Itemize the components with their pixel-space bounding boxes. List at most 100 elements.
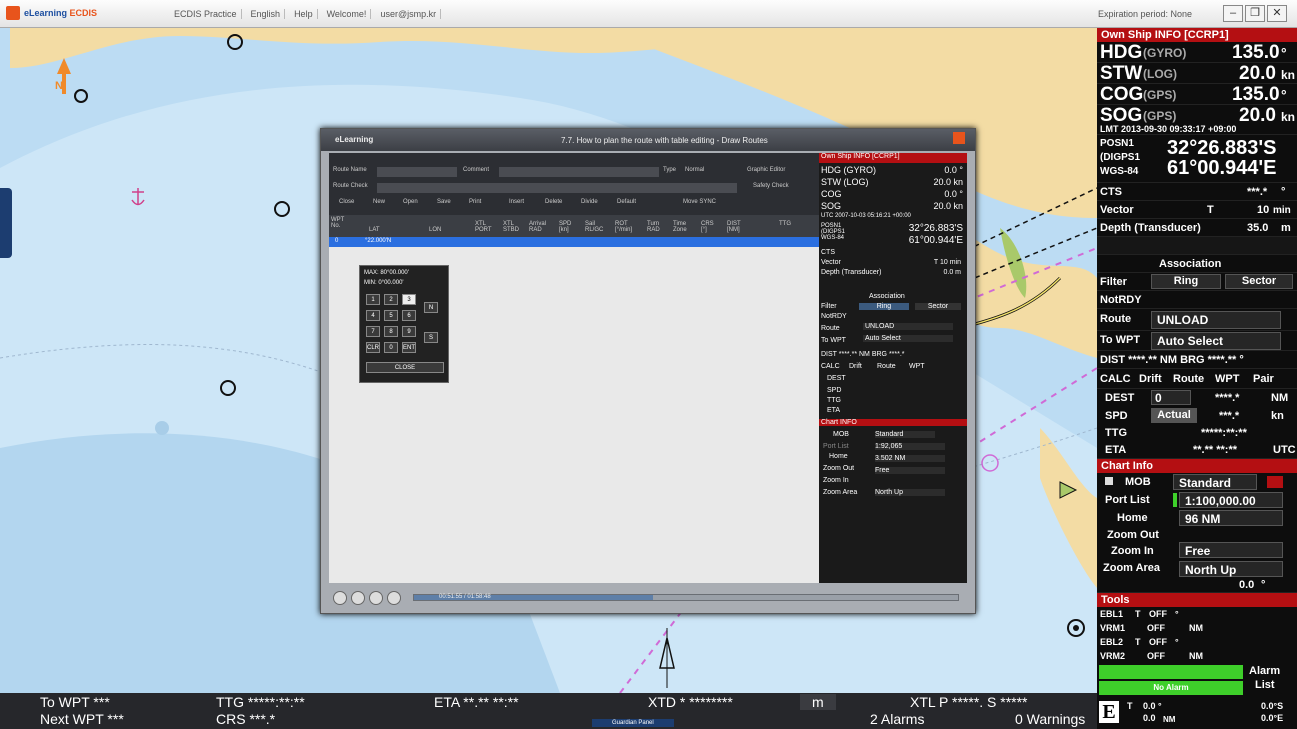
minimize-button[interactable]: – — [1223, 5, 1243, 22]
key-n[interactable]: N — [424, 302, 438, 313]
mini-wpt-button[interactable]: WPT — [909, 363, 925, 370]
video-progress-bar[interactable] — [413, 594, 959, 601]
mini-ring-button[interactable]: Ring — [859, 303, 909, 310]
key-1[interactable]: 1 — [366, 294, 380, 305]
menu-ecdis-practice[interactable]: ECDIS Practice — [170, 9, 242, 19]
graphic-editor-button[interactable]: Graphic Editor — [747, 167, 785, 173]
mini-zoom-area[interactable]: Zoom Area — [823, 489, 857, 496]
chart-mode-e-icon[interactable]: E — [1099, 701, 1119, 723]
calc-wpt-button[interactable]: WPT — [1215, 373, 1239, 385]
open-route-button[interactable]: Open — [403, 199, 418, 205]
play-icon[interactable] — [333, 591, 347, 605]
key-4[interactable]: 4 — [366, 310, 380, 321]
default-button[interactable]: Default — [617, 199, 636, 205]
alarm-label[interactable]: Alarm — [1249, 665, 1280, 677]
range-select[interactable]: 96 NM — [1179, 510, 1283, 526]
mini-home[interactable]: Home — [829, 453, 848, 460]
delete-wpt-button[interactable]: Delete — [545, 199, 562, 205]
restore-button[interactable]: ❐ — [1245, 5, 1265, 22]
mini-north-up[interactable]: North Up — [875, 489, 945, 496]
ring-button[interactable]: Ring — [1151, 274, 1221, 289]
key-ent[interactable]: ENT — [402, 342, 416, 353]
type-value[interactable]: Normal — [685, 167, 704, 173]
keypad-close-button[interactable]: CLOSE — [366, 362, 444, 373]
cts-row: CTS ***.* ° — [1097, 183, 1297, 201]
safety-check-button[interactable]: Safety Check — [753, 183, 789, 189]
key-2[interactable]: 2 — [384, 294, 398, 305]
mini-zoom-in[interactable]: Zoom In — [823, 477, 849, 484]
guardian-panel-tab[interactable]: Guardian Panel — [592, 719, 674, 727]
menu-user[interactable]: user@jsmp.kr — [376, 9, 442, 19]
mini-port-list[interactable]: Port List — [823, 443, 849, 450]
drift-button[interactable]: Drift — [1139, 373, 1162, 385]
alarm-list-button[interactable]: List — [1255, 679, 1275, 691]
print-route-button[interactable]: Print — [469, 199, 481, 205]
mini-free[interactable]: Free — [875, 467, 945, 474]
zoom-area-button[interactable]: Zoom Area — [1103, 562, 1160, 574]
towpt-select[interactable]: Auto Select — [1151, 332, 1281, 350]
north-up-select[interactable]: North Up — [1179, 561, 1283, 577]
key-clr[interactable]: CLR — [366, 342, 380, 353]
position-row: POSN1 (DIGPS1 WGS-84 32°26.883'S 61°00.9… — [1097, 135, 1297, 183]
move-sync-button[interactable]: Move SYNC — [683, 199, 716, 205]
scale-select[interactable]: 1:100,000.00 — [1179, 492, 1283, 508]
save-route-button[interactable]: Save — [437, 199, 451, 205]
key-s[interactable]: S — [424, 332, 438, 343]
table-row[interactable]: 0 °22.000'N — [329, 237, 819, 247]
dest-input[interactable]: 0 — [1151, 390, 1191, 405]
free-select[interactable]: Free — [1179, 542, 1283, 558]
pair-button[interactable]: Pair — [1253, 373, 1274, 385]
home-button[interactable]: Home — [1117, 512, 1148, 524]
mini-mob[interactable]: MOB — [833, 431, 849, 438]
route-name-input[interactable] — [377, 167, 457, 177]
key-3[interactable]: 3 — [402, 294, 416, 305]
side-tab-handle[interactable] — [0, 188, 12, 258]
route-select[interactable]: UNLOAD — [1151, 311, 1281, 329]
mini-route-button[interactable]: Route — [877, 363, 896, 370]
key-9[interactable]: 9 — [402, 326, 416, 337]
new-route-button[interactable]: New — [373, 199, 385, 205]
key-5[interactable]: 5 — [384, 310, 398, 321]
zoom-in-button[interactable]: Zoom In — [1111, 545, 1154, 557]
port-list-button[interactable]: Port List — [1105, 494, 1150, 506]
warnings-count[interactable]: 0 Warnings — [1015, 711, 1085, 727]
mob-checkbox[interactable] — [1105, 477, 1113, 485]
insert-wpt-button[interactable]: Insert — [509, 199, 524, 205]
actual-button[interactable]: Actual — [1151, 408, 1197, 423]
standard-select[interactable]: Standard — [1173, 474, 1257, 490]
menu-language[interactable]: English — [247, 9, 286, 19]
zoom-out-button[interactable]: Zoom Out — [1107, 529, 1159, 541]
row-lat[interactable]: °22.000'N — [365, 238, 391, 244]
comment-input[interactable] — [499, 167, 659, 177]
vector-value[interactable]: 10 — [1257, 204, 1269, 216]
mini-standard[interactable]: Standard — [875, 431, 935, 438]
key-8[interactable]: 8 — [384, 326, 398, 337]
menu-help[interactable]: Help — [290, 9, 318, 19]
rewind-icon[interactable] — [387, 591, 401, 605]
key-0[interactable]: 0 — [384, 342, 398, 353]
key-7[interactable]: 7 — [366, 326, 380, 337]
display-mode-indicator[interactable] — [1267, 476, 1283, 488]
close-button[interactable]: ✕ — [1267, 5, 1287, 22]
dialog-close-icon[interactable] — [953, 132, 965, 144]
stop-icon[interactable] — [369, 591, 383, 605]
alarms-count[interactable]: 2 Alarms — [870, 711, 924, 727]
close-route-button[interactable]: Close — [339, 199, 354, 205]
vrm1-label[interactable]: VRM1 — [1100, 623, 1125, 633]
key-6[interactable]: 6 — [402, 310, 416, 321]
vrm2-label[interactable]: VRM2 — [1100, 651, 1125, 661]
sector-button[interactable]: Sector — [1225, 274, 1293, 289]
mini-sector-button[interactable]: Sector — [915, 303, 961, 310]
mini-zoom-out[interactable]: Zoom Out — [823, 465, 854, 472]
mini-route-select[interactable]: UNLOAD — [863, 323, 953, 330]
pause-icon[interactable] — [351, 591, 365, 605]
unit-toggle[interactable]: m — [800, 694, 836, 710]
ebl2-label[interactable]: EBL2 — [1100, 637, 1123, 647]
divide-wpt-button[interactable]: Divide — [581, 199, 598, 205]
ebl1-label[interactable]: EBL1 — [1100, 609, 1123, 619]
calc-route-button[interactable]: Route — [1173, 373, 1204, 385]
mini-range: 3.502 NM — [875, 455, 945, 462]
mob-button[interactable]: MOB — [1125, 476, 1151, 488]
mini-drift-button[interactable]: Drift — [849, 363, 862, 370]
mini-towpt-select[interactable]: Auto Select — [863, 335, 953, 342]
